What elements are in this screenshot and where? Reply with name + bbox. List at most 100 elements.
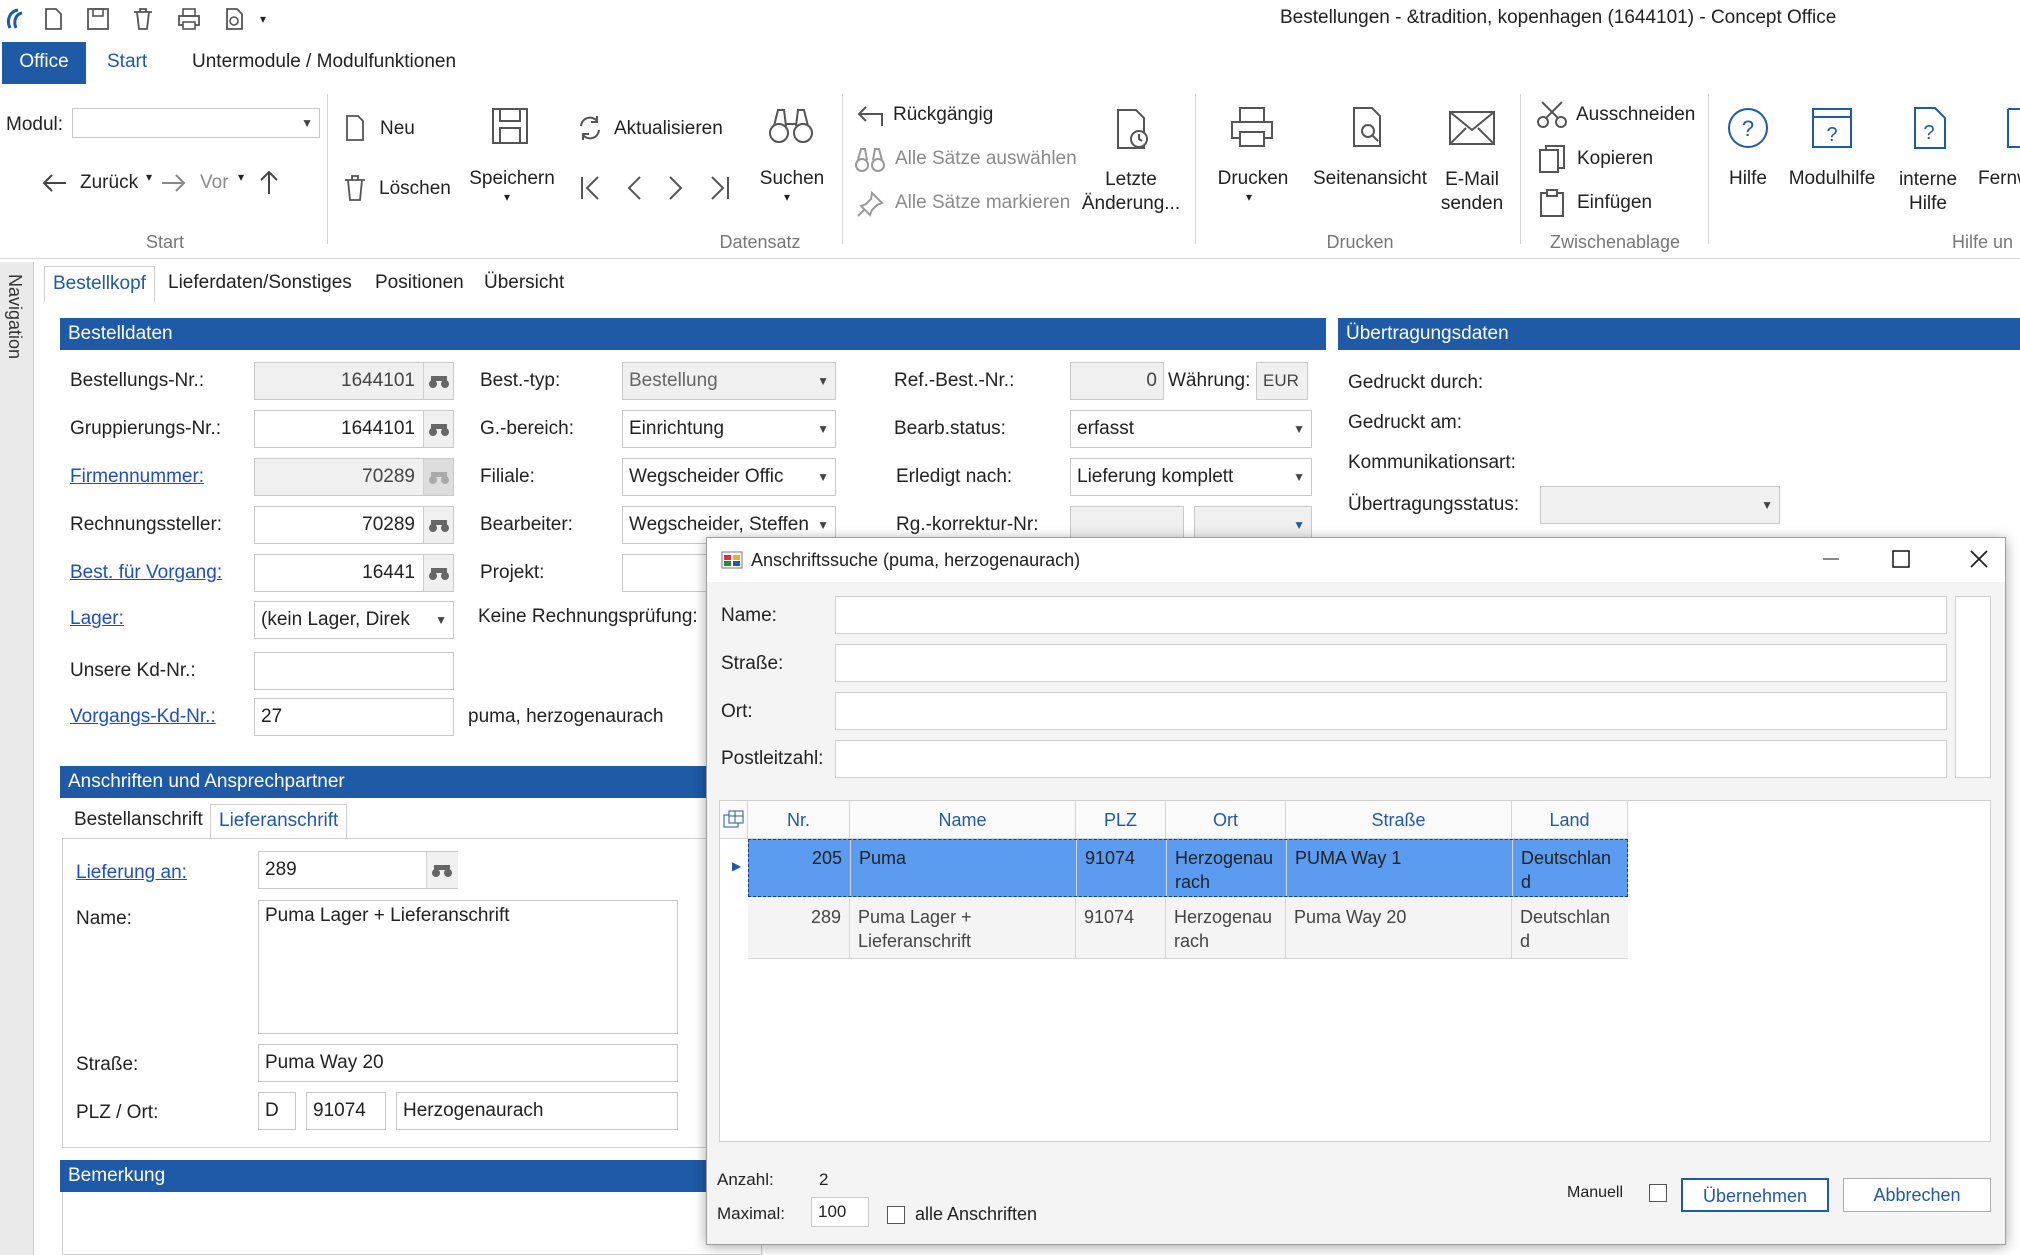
menu-start[interactable]: Start <box>93 42 161 84</box>
lieferung-an-link[interactable]: Lieferung an: <box>76 862 187 884</box>
tab-lieferanschrift[interactable]: Lieferanschrift <box>210 804 348 838</box>
new-document-icon[interactable] <box>40 6 66 32</box>
undo-button[interactable]: Rückgängig <box>893 104 993 126</box>
column-header[interactable]: Nr. <box>748 801 850 839</box>
column-header[interactable]: PLZ <box>1076 801 1166 839</box>
module-help-icon[interactable]: ? <box>1810 106 1854 150</box>
binoculars-icon[interactable] <box>423 507 453 543</box>
dialog-plz-input[interactable] <box>835 740 1947 778</box>
best-typ-select[interactable]: Bestellung ▼ <box>622 362 836 400</box>
tab-uebersicht[interactable]: Übersicht <box>476 266 572 302</box>
search-button[interactable]: Suchen <box>750 168 834 190</box>
email-button[interactable]: E-Mail senden <box>1432 168 1512 216</box>
column-header[interactable]: Name <box>850 801 1076 839</box>
new-button[interactable]: Neu <box>380 118 415 140</box>
binoculars-icon[interactable] <box>423 555 453 591</box>
lager-select[interactable]: (kein Lager, Direk ▼ <box>254 601 454 639</box>
tab-bestellkopf[interactable]: Bestellkopf <box>44 266 155 302</box>
back-arrow-icon[interactable] <box>40 170 68 196</box>
copy-icon[interactable] <box>1538 144 1568 174</box>
projekt-field[interactable] <box>622 554 712 592</box>
email-icon[interactable] <box>1448 110 1496 146</box>
print-icon[interactable] <box>176 6 202 32</box>
save-large-icon[interactable] <box>490 106 530 146</box>
internal-help-button[interactable]: interne Hilfe <box>1888 168 1968 216</box>
uebernehmen-button[interactable]: Übernehmen <box>1681 1178 1829 1212</box>
binoculars-icon[interactable] <box>423 363 453 399</box>
waehrung-field[interactable]: EUR <box>1256 362 1308 400</box>
alle-anschriften-checkbox[interactable] <box>887 1206 905 1224</box>
copy-button[interactable]: Kopieren <box>1577 148 1653 170</box>
lager-link[interactable]: Lager: <box>70 608 124 630</box>
print-button[interactable]: Drucken <box>1208 168 1298 190</box>
bemerkung-field[interactable] <box>62 1192 762 1255</box>
next-record-icon[interactable] <box>664 174 688 202</box>
dialog-ort-input[interactable] <box>835 692 1947 730</box>
binoculars-icon[interactable] <box>423 411 453 447</box>
back-dropdown-icon[interactable]: ▾ <box>146 170 152 184</box>
menu-untermodule[interactable]: Untermodule / Modulfunktionen <box>178 42 470 84</box>
new-icon[interactable] <box>344 114 366 142</box>
refresh-icon[interactable] <box>576 114 604 142</box>
dialog-scrollbar[interactable] <box>1955 596 1991 778</box>
binoculars-icon[interactable] <box>768 106 814 146</box>
navigation-sidebar[interactable]: Navigation <box>0 262 34 1255</box>
bearb-status-select[interactable]: erfasst ▼ <box>1070 410 1312 448</box>
help-icon[interactable]: ? <box>1726 106 1770 150</box>
column-header[interactable]: Ort <box>1166 801 1286 839</box>
print-preview-icon[interactable] <box>222 6 248 32</box>
tab-bestellanschrift[interactable]: Bestellanschrift <box>66 804 211 838</box>
save-icon[interactable] <box>85 6 111 32</box>
cut-button[interactable]: Ausschneiden <box>1576 104 1695 126</box>
remote-maintenance-icon[interactable] <box>2006 106 2020 150</box>
print-dropdown-icon[interactable]: ▾ <box>1246 190 1252 204</box>
forward-dropdown-icon[interactable]: ▾ <box>238 170 244 184</box>
plz-field[interactable]: 91074 <box>306 1092 386 1130</box>
binoculars-icon[interactable] <box>426 852 458 888</box>
grid-settings-icon[interactable] <box>720 801 748 839</box>
page-view-button[interactable]: Seitenansicht <box>1310 168 1430 190</box>
table-row[interactable]: 289 Puma Lager + Lieferanschrift 91074 H… <box>748 897 1628 959</box>
last-change-button[interactable]: Letzte Änderung... <box>1080 168 1182 216</box>
unsere-kd-nr-field[interactable] <box>254 652 454 690</box>
tab-lieferdaten[interactable]: Lieferdaten/Sonstiges <box>160 266 360 302</box>
quick-access-dropdown-icon[interactable]: ▾ <box>260 6 274 32</box>
ref-best-nr-field[interactable]: 0 <box>1070 362 1164 400</box>
previous-record-icon[interactable] <box>622 174 646 202</box>
column-header[interactable]: Land <box>1512 801 1628 839</box>
abbrechen-button[interactable]: Abbrechen <box>1843 1178 1991 1212</box>
remote-maintenance-button[interactable]: Fernw <box>1978 168 2020 190</box>
firmennummer-link[interactable]: Firmennummer: <box>70 466 204 488</box>
maximize-icon[interactable] <box>1892 550 1910 568</box>
page-view-icon[interactable] <box>1350 106 1388 148</box>
tab-positionen[interactable]: Positionen <box>367 266 472 302</box>
forward-button[interactable]: Vor <box>200 172 229 194</box>
strasse-field[interactable]: Puma Way 20 <box>258 1044 678 1082</box>
back-button[interactable]: Zurück <box>80 172 138 194</box>
select-all-records-button[interactable]: Alle Sätze auswählen <box>895 148 1077 170</box>
minimize-icon[interactable] <box>1823 558 1839 560</box>
refresh-button[interactable]: Aktualisieren <box>614 118 723 140</box>
paste-icon[interactable] <box>1538 188 1568 218</box>
maximal-input[interactable]: 100 <box>811 1197 869 1227</box>
table-row[interactable]: 205 Puma 91074 Herzogenaurach PUMA Way 1… <box>748 839 1628 897</box>
close-icon[interactable] <box>1969 549 1989 569</box>
uebertragungsstatus-select[interactable]: ▼ <box>1540 486 1780 524</box>
last-record-icon[interactable] <box>708 174 732 202</box>
vorgangs-kd-nr-link[interactable]: Vorgangs-Kd-Nr.: <box>70 706 216 728</box>
mark-all-records-button[interactable]: Alle Sätze markieren <box>895 192 1070 214</box>
help-button[interactable]: Hilfe <box>1710 168 1786 190</box>
land-field[interactable]: D <box>258 1092 296 1130</box>
first-record-icon[interactable] <box>578 174 602 202</box>
scissors-icon[interactable] <box>1536 100 1568 130</box>
modul-select[interactable]: ▼ <box>72 108 320 138</box>
name-field[interactable]: Puma Lager + Lieferanschrift <box>258 900 678 1034</box>
save-button[interactable]: Speichern <box>464 168 560 190</box>
up-arrow-icon[interactable] <box>256 168 282 196</box>
erledigt-nach-select[interactable]: Lieferung komplett ▼ <box>1070 458 1312 496</box>
search-dropdown-icon[interactable]: ▾ <box>784 190 790 204</box>
trash-icon[interactable] <box>342 174 368 202</box>
undo-icon[interactable] <box>854 102 886 130</box>
save-dropdown-icon[interactable]: ▾ <box>504 190 510 204</box>
internal-help-icon[interactable]: ? <box>1912 106 1948 150</box>
